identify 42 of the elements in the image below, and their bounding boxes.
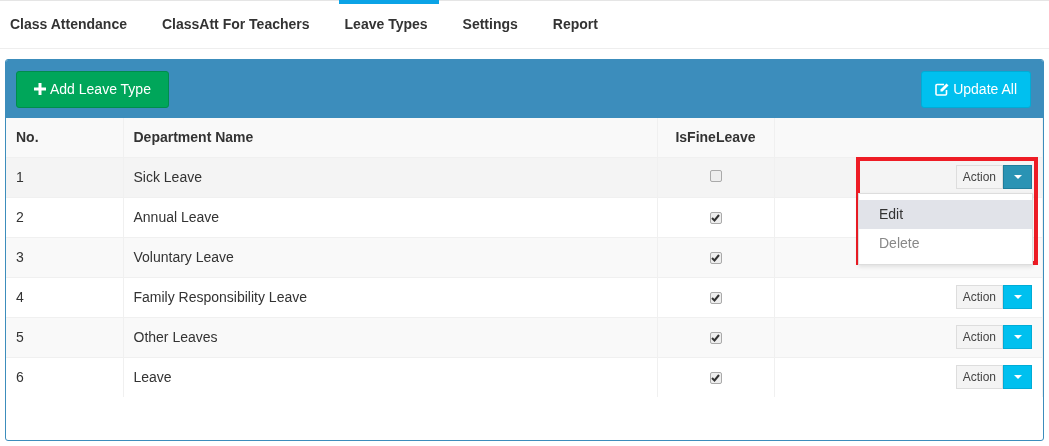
plus-icon (34, 83, 46, 95)
column-header: IsFineLeave (675, 128, 756, 145)
table-cell: Voluntary Leave (133, 248, 234, 265)
column-header: Department Name (133, 128, 254, 145)
table-cell: 2 (16, 208, 24, 225)
table-cell: Leave (133, 368, 172, 385)
dropdown-toggle-button[interactable] (1003, 325, 1032, 349)
action-button[interactable]: Action (955, 365, 1003, 390)
action-button[interactable]: Action (955, 285, 1003, 309)
checkbox[interactable] (709, 211, 722, 224)
table-cell: 5 (16, 328, 24, 345)
dropdown-toggle-button[interactable] (1003, 165, 1032, 189)
tab[interactable]: Class Attendance (4, 0, 138, 48)
tab[interactable]: Leave Types (338, 0, 439, 48)
caret-icon (1013, 375, 1022, 380)
caret-icon (1013, 295, 1022, 299)
action-button[interactable]: Action (955, 165, 1003, 189)
tab[interactable]: Report (546, 0, 609, 48)
menu-item[interactable]: Delete (859, 229, 1032, 258)
caret-icon (1013, 175, 1022, 179)
table-cell: 6 (16, 368, 24, 385)
checkbox[interactable] (709, 251, 722, 264)
checkbox[interactable] (709, 291, 722, 304)
table-cell: Annual Leave (133, 208, 220, 225)
caret-icon (1013, 335, 1022, 339)
menu-item[interactable]: Edit (859, 200, 1032, 229)
table-cell: Other Leaves (133, 328, 218, 345)
column-header: No. (16, 128, 39, 145)
edit-icon (935, 82, 950, 96)
action-button[interactable]: Action (955, 325, 1003, 349)
checkbox[interactable] (709, 371, 722, 384)
table-cell: 1 (16, 168, 24, 185)
dropdown-toggle-button[interactable] (1003, 285, 1032, 309)
table-cell: 3 (16, 248, 24, 265)
table-cell: Sick Leave (133, 168, 202, 185)
table-cell: 4 (16, 288, 24, 305)
checkbox[interactable] (709, 331, 722, 344)
tab[interactable]: ClassAtt For Teachers (155, 0, 321, 48)
dropdown-toggle-button[interactable] (1003, 365, 1032, 390)
table-cell: Family Responsibility Leave (133, 288, 308, 305)
tab[interactable]: Settings (456, 0, 529, 48)
checkbox[interactable] (709, 169, 722, 182)
